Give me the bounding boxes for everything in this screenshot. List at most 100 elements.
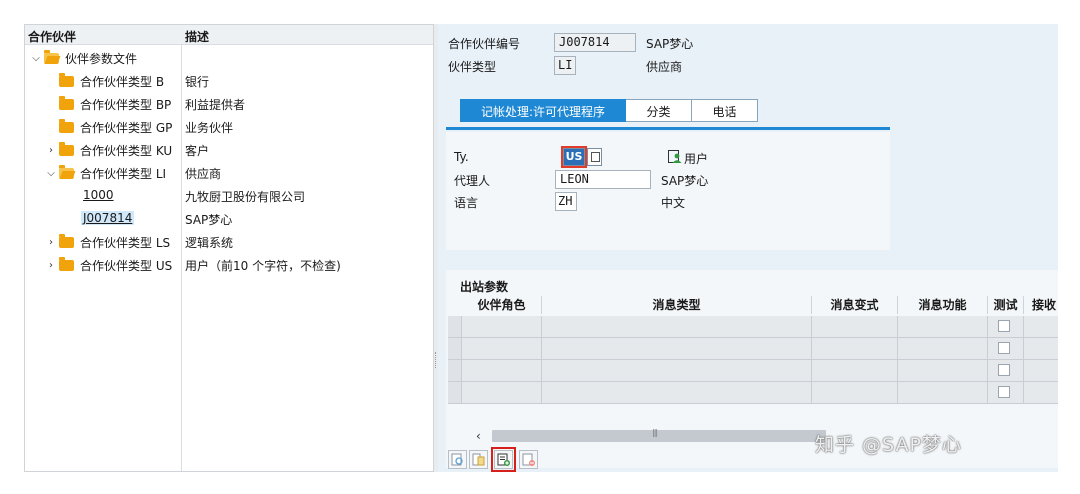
table-row[interactable] xyxy=(448,316,1058,338)
partner-type-desc: 供应商 xyxy=(646,60,683,74)
cell-message-function[interactable] xyxy=(898,338,988,360)
folder-icon xyxy=(59,234,74,248)
grid-header-receiver[interactable]: 接收 xyxy=(1024,296,1058,314)
test-checkbox[interactable] xyxy=(998,364,1010,376)
chevron-right-icon[interactable]: › xyxy=(45,145,57,156)
cell-receiver[interactable] xyxy=(1024,360,1058,382)
grid-header-message-type[interactable]: 消息类型 xyxy=(542,296,812,314)
cell-test xyxy=(988,360,1024,382)
tree-header: 合作伙伴 描述 xyxy=(25,25,433,45)
folder-open-icon xyxy=(44,50,59,64)
tree-node-desc: 银行 xyxy=(185,75,210,89)
cell-message-variant[interactable] xyxy=(812,316,898,338)
folder-open-icon xyxy=(59,165,74,179)
cell-receiver[interactable] xyxy=(1024,382,1058,404)
chevron-down-icon[interactable]: ⌵ xyxy=(45,168,57,179)
cell-message-function[interactable] xyxy=(898,360,988,382)
cell-message-function[interactable] xyxy=(898,382,988,404)
tree-node-desc: 利益提供者 xyxy=(185,98,246,112)
delete-row-icon[interactable] xyxy=(519,450,538,469)
tree-node-type-gp[interactable]: 合作伙伴类型 GP 业务伙伴 xyxy=(25,116,433,138)
tab-telephone[interactable]: 电话 xyxy=(692,99,758,122)
grid-header-partner-role[interactable]: 伙伴角色 xyxy=(462,296,542,314)
row-selector[interactable] xyxy=(448,338,462,360)
splitter-grip-icon[interactable] xyxy=(435,352,437,368)
tab-posting-agent[interactable]: 记帐处理:许可代理程序 xyxy=(460,99,626,122)
tree-node-root[interactable]: ⌵ 伙伴参数文件 xyxy=(25,47,433,69)
cell-test xyxy=(988,338,1024,360)
partner-no-field[interactable]: J007814 xyxy=(554,33,636,52)
cell-message-type[interactable] xyxy=(542,382,812,404)
table-row[interactable] xyxy=(448,338,1058,360)
cell-receiver[interactable] xyxy=(1024,316,1058,338)
create-row-icon[interactable] xyxy=(491,447,516,472)
test-checkbox[interactable] xyxy=(998,342,1010,354)
tree-node-type-b[interactable]: 合作伙伴类型 B 银行 xyxy=(25,70,433,92)
cell-message-type[interactable] xyxy=(542,338,812,360)
cell-partner-role[interactable] xyxy=(462,360,542,382)
table-row[interactable] xyxy=(448,382,1058,404)
tree-node-label: 合作伙伴类型 LI xyxy=(80,167,167,181)
details-icon[interactable] xyxy=(448,450,467,469)
tree-node-desc: 客户 xyxy=(185,144,210,158)
row-selector[interactable] xyxy=(448,316,462,338)
chevron-down-icon[interactable]: ⌵ xyxy=(30,53,42,64)
grid-header-message-variant[interactable]: 消息变式 xyxy=(812,296,898,314)
tree-header-description: 描述 xyxy=(185,30,210,44)
cell-test xyxy=(988,316,1024,338)
cell-message-type[interactable] xyxy=(542,316,812,338)
partner-type-field[interactable]: LI xyxy=(554,56,576,75)
tree-leaf-label-selected[interactable]: J007814 xyxy=(81,211,135,225)
cell-message-variant[interactable] xyxy=(812,382,898,404)
chevron-right-icon[interactable]: › xyxy=(45,237,57,248)
cell-partner-role[interactable] xyxy=(462,316,542,338)
tree-leaf-label[interactable]: 1000 xyxy=(83,188,114,202)
tree-node-type-ls[interactable]: › 合作伙伴类型 LS 逻辑系统 xyxy=(25,231,433,253)
cell-partner-role[interactable] xyxy=(462,382,542,404)
tree-node-label: 伙伴参数文件 xyxy=(65,52,138,66)
cell-message-variant[interactable] xyxy=(812,360,898,382)
folder-icon xyxy=(59,73,74,87)
tree-leaf-1000[interactable]: 1000 九牧厨卫股份有限公司 xyxy=(25,185,433,207)
cell-receiver[interactable] xyxy=(1024,338,1058,360)
tree-node-type-li[interactable]: ⌵ 合作伙伴类型 LI 供应商 xyxy=(25,162,433,184)
tree-leaf-j007814[interactable]: J007814 SAP梦心 xyxy=(25,208,433,230)
grid-header-message-function[interactable]: 消息功能 xyxy=(898,296,988,314)
scrollbar-thumb[interactable] xyxy=(492,428,826,442)
copy-icon[interactable] xyxy=(587,148,602,166)
cell-partner-role[interactable] xyxy=(462,338,542,360)
tab-underline xyxy=(446,127,890,130)
tree-node-type-bp[interactable]: 合作伙伴类型 BP 利益提供者 xyxy=(25,93,433,115)
tree-header-partner: 合作伙伴 xyxy=(28,30,77,44)
test-checkbox[interactable] xyxy=(998,386,1010,398)
tree-node-label: 合作伙伴类型 KU xyxy=(80,144,173,158)
tree-leaf-desc: SAP梦心 xyxy=(185,213,233,227)
folder-icon xyxy=(59,119,74,133)
tree-node-type-ku[interactable]: › 合作伙伴类型 KU 客户 xyxy=(25,139,433,161)
tree-node-type-us[interactable]: › 合作伙伴类型 US 用户（前10 个字符，不检查) xyxy=(25,254,433,276)
grid-header-test[interactable]: 测试 xyxy=(988,296,1024,314)
agent-type-button[interactable]: US xyxy=(561,146,587,168)
chevron-left-icon[interactable]: ‹ xyxy=(476,429,481,443)
folder-icon xyxy=(59,96,74,110)
cell-message-function[interactable] xyxy=(898,316,988,338)
row-selector[interactable] xyxy=(448,382,462,404)
cell-message-variant[interactable] xyxy=(812,338,898,360)
outbound-title: 出站参数 xyxy=(460,280,509,294)
cell-test xyxy=(988,382,1024,404)
table-row[interactable] xyxy=(448,360,1058,382)
tree-node-label: 合作伙伴类型 LS xyxy=(80,236,171,250)
chevron-right-icon[interactable]: › xyxy=(45,260,57,271)
test-checkbox[interactable] xyxy=(998,320,1010,332)
agent-field[interactable]: LEON xyxy=(555,170,651,189)
tabstrip: 记帐处理:许可代理程序 分类 电话 xyxy=(460,99,758,122)
language-label: 语言 xyxy=(454,196,479,210)
row-selector[interactable] xyxy=(448,360,462,382)
document-icon[interactable] xyxy=(469,450,488,469)
language-field[interactable]: ZH xyxy=(555,192,577,211)
ty-label: Ty. xyxy=(454,150,469,164)
tab-classification[interactable]: 分类 xyxy=(626,99,692,122)
horizontal-scrollbar[interactable]: ‹ xyxy=(468,428,1056,444)
cell-message-type[interactable] xyxy=(542,360,812,382)
tree-node-label: 合作伙伴类型 BP xyxy=(80,98,172,112)
